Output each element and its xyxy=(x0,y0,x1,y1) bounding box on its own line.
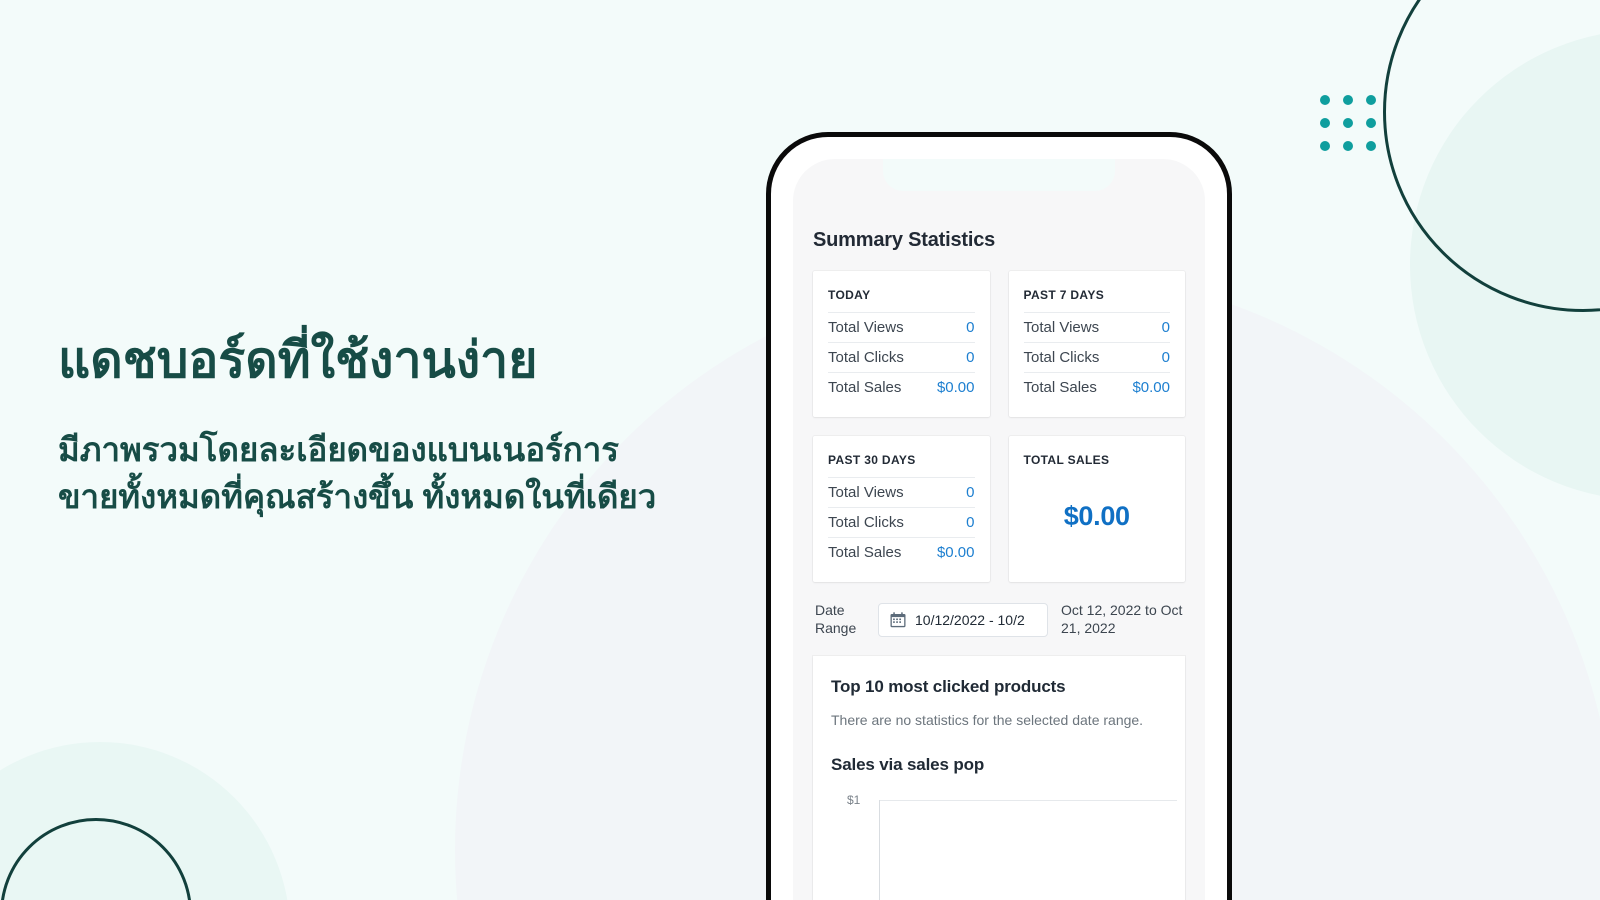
date-range-input[interactable]: 10/12/2022 - 10/2 xyxy=(878,602,1048,637)
sales-chart-title: Sales via sales pop xyxy=(831,754,985,774)
stat-card-past-7-days: PAST 7 DAYS Total Views 0 Total Clicks 0… xyxy=(1008,271,1185,417)
stat-name: Total Views xyxy=(828,319,904,336)
chart-axes xyxy=(879,799,1177,900)
stat-name: Total Views xyxy=(828,484,904,501)
calendar-icon xyxy=(890,611,906,628)
stat-row: Total Clicks 0 xyxy=(828,342,975,372)
subheadline-line-1: มีภาพรวมโดยละเอียดของแบนเนอร์การ xyxy=(58,431,619,468)
subheadline: มีภาพรวมโดยละเอียดของแบนเนอร์การ ขายทั้ง… xyxy=(58,427,758,521)
stat-row: Total Clicks 0 xyxy=(828,507,975,537)
stat-name: Total Clicks xyxy=(1023,349,1100,366)
dot-grid-decoration xyxy=(1320,95,1376,151)
dot xyxy=(1320,141,1330,151)
stat-name: Total Sales xyxy=(1023,379,1097,396)
dot xyxy=(1366,141,1376,151)
stat-row: Total Views 0 xyxy=(828,312,975,342)
headline: แดชบอร์ดที่ใช้งานง่าย xyxy=(58,332,538,388)
stat-card-label: TODAY xyxy=(828,288,871,302)
date-range-resolved-text: Oct 12, 2022 to Oct 21, 2022 xyxy=(1061,602,1183,636)
stat-name: Total Sales xyxy=(828,379,902,396)
stat-name: Total Clicks xyxy=(828,349,904,366)
date-range-value: 10/12/2022 - 10/2 xyxy=(915,611,1025,628)
total-sales-amount: $0.00 xyxy=(1063,500,1130,531)
app-content: Summary Statistics TODAY Total Views 0 T… xyxy=(793,159,1205,900)
stat-card-total-sales: TOTAL SALES $0.00 xyxy=(1008,436,1185,582)
dot xyxy=(1366,95,1376,105)
phone-notch xyxy=(883,159,1115,191)
statistics-panel: Top 10 most clicked products There are n… xyxy=(813,655,1185,900)
sales-chart: $1 xyxy=(831,793,1177,900)
dot xyxy=(1343,141,1353,151)
stat-card-today: TODAY Total Views 0 Total Clicks 0 Total… xyxy=(813,271,990,417)
stat-value: $0.00 xyxy=(1132,379,1170,396)
stat-row: Total Views 0 xyxy=(828,477,975,507)
stat-card-past-30-days: PAST 30 DAYS Total Views 0 Total Clicks … xyxy=(813,436,990,582)
summary-card-grid: TODAY Total Views 0 Total Clicks 0 Total… xyxy=(813,271,1185,582)
stat-row: Total Sales $0.00 xyxy=(828,537,975,567)
stat-name: Total Views xyxy=(1023,319,1100,336)
stat-row: Total Sales $0.00 xyxy=(828,372,975,402)
dot xyxy=(1320,95,1330,105)
date-range-row: Date Range 10/12/2022 - 10/2 Oct 12, 202… xyxy=(813,602,1185,638)
stat-value: $0.00 xyxy=(936,544,975,561)
marketing-copy: แดชบอร์ดที่ใช้งานง่าย มีภาพรวมโดยละเอียด… xyxy=(58,330,758,521)
stat-name: Total Sales xyxy=(828,544,902,561)
stat-row: Total Sales $0.00 xyxy=(1023,372,1170,402)
stat-value: 0 xyxy=(966,349,975,366)
stat-name: Total Clicks xyxy=(828,514,904,531)
date-range-label-line-2: Range xyxy=(815,619,857,636)
page-title: Summary Statistics xyxy=(813,229,996,251)
chart-y-tick-label: $1 xyxy=(847,792,861,807)
dot xyxy=(1366,118,1376,128)
subheadline-line-2: ขายทั้งหมดที่คุณสร้างขึ้น ทั้งหมดในที่เด… xyxy=(58,477,657,515)
chart-gridline xyxy=(880,799,1177,801)
phone-mockup: Summary Statistics TODAY Total Views 0 T… xyxy=(766,132,1232,900)
dot xyxy=(1320,118,1330,128)
stat-value: 0 xyxy=(1161,319,1170,336)
top-products-title: Top 10 most clicked products xyxy=(831,676,1066,696)
empty-state-message: There are no statistics for the selected… xyxy=(831,711,1144,728)
stat-row: Total Clicks 0 xyxy=(1023,342,1170,372)
dot xyxy=(1343,118,1353,128)
stat-value: 0 xyxy=(966,484,975,501)
date-range-label: Date Range xyxy=(815,602,865,637)
dot xyxy=(1343,95,1353,105)
stat-value: 0 xyxy=(1161,349,1170,366)
date-range-label-line-1: Date xyxy=(815,602,845,619)
stat-value: 0 xyxy=(966,514,975,531)
stat-card-label: TOTAL SALES xyxy=(1023,453,1110,467)
phone-screen: Summary Statistics TODAY Total Views 0 T… xyxy=(793,159,1205,900)
stat-card-label: PAST 30 DAYS xyxy=(828,453,916,467)
stat-value: $0.00 xyxy=(936,379,975,396)
stat-row: Total Views 0 xyxy=(1023,312,1170,342)
stat-value: 0 xyxy=(966,319,975,336)
stat-card-label: PAST 7 DAYS xyxy=(1023,288,1105,302)
